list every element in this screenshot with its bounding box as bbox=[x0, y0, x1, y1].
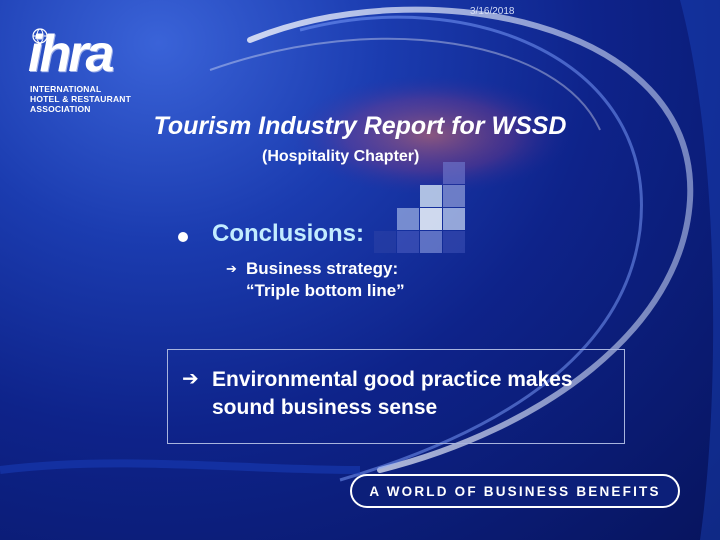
ihra-logo: ihra International Hotel & Restaurant As… bbox=[26, 24, 138, 124]
footer-banner-text: A WORLD OF BUSINESS BENEFITS bbox=[369, 483, 661, 499]
highlight-line-2: sound business sense bbox=[212, 396, 438, 419]
logo-line-2: Hotel & Restaurant bbox=[30, 94, 132, 104]
sub-bullet-line-1: Business strategy: bbox=[246, 259, 399, 278]
sub-bullet-text: Business strategy: “Triple bottom line” bbox=[246, 258, 405, 302]
highlight-line-1: Environmental good practice makes bbox=[212, 368, 573, 391]
bullet-heading: Conclusions: bbox=[212, 220, 365, 247]
sub-bullet-line-2: “Triple bottom line” bbox=[246, 281, 405, 300]
slide-title-text: Tourism Industry Report for WSSD bbox=[153, 112, 567, 140]
highlight-text: Environmental good practice makes sound … bbox=[212, 366, 612, 422]
right-arrow-icon: ➔ bbox=[226, 261, 237, 276]
slide: 3/16/2018 ihra International Hotel & Res… bbox=[0, 0, 720, 540]
slide-title: Tourism Industry Report for WSSD bbox=[0, 112, 720, 141]
logo-line-1: International bbox=[30, 84, 102, 94]
highlight-arrow-icon: ➔ bbox=[182, 368, 199, 390]
footer-banner: A WORLD OF BUSINESS BENEFITS bbox=[350, 474, 680, 508]
logo-wordmark: ihra bbox=[28, 25, 114, 83]
slide-date: 3/16/2018 bbox=[470, 6, 515, 17]
logo-tagline: International Hotel & Restaurant Associa… bbox=[30, 84, 131, 114]
bullet-icon bbox=[178, 232, 188, 242]
slide-subtitle: (Hospitality Chapter) bbox=[262, 148, 420, 165]
